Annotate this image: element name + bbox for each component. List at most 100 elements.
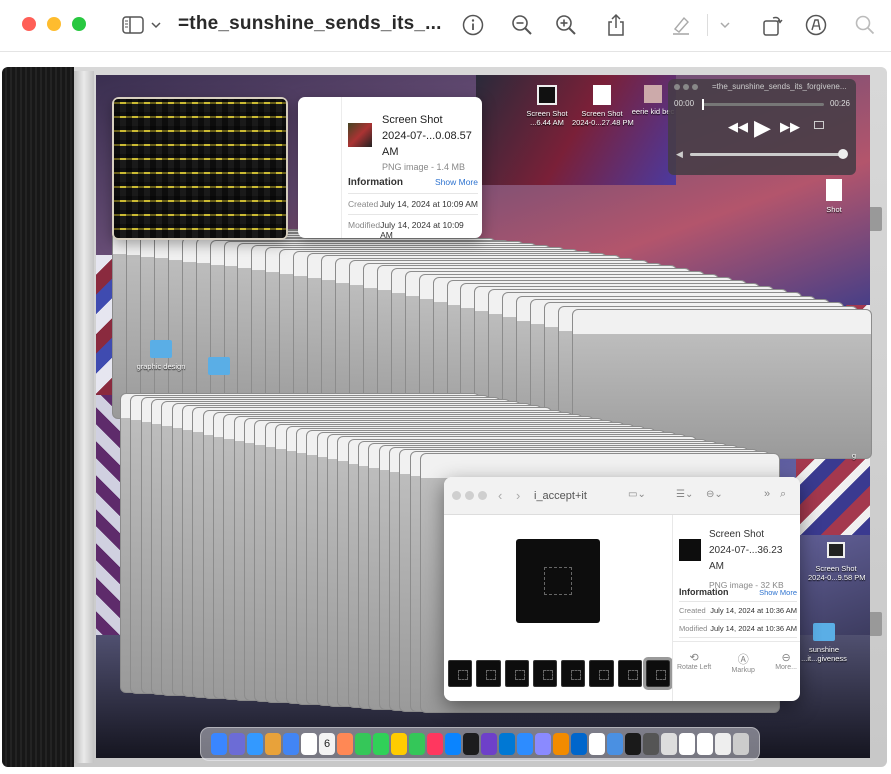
dock-app-icon[interactable] [481,733,497,755]
thumbnail-item[interactable] [476,659,501,687]
cd-case-clip-top [868,207,882,231]
forward-icon[interactable]: › [516,488,520,503]
dock-app-icon[interactable] [535,733,551,755]
dock-app-icon[interactable] [697,733,713,755]
close-button[interactable] [22,17,36,31]
modified-row: Modified July 14, 2024 at 10:09 AM [348,214,478,238]
thumbnail-item[interactable] [617,659,642,687]
finder-toolbar: ‹ › i_accept+it ▭⌄ ☰⌄ ⊖⌄ » ⌕ [444,477,800,515]
rotate-left-button[interactable]: ⟲ Rotate Left [677,651,711,674]
minimize-button[interactable] [465,491,474,500]
markup-chevron-icon[interactable] [717,12,733,38]
highlighter-icon[interactable] [668,12,694,38]
playback-scrubber[interactable] [702,99,824,110]
thumbnail-item[interactable] [561,659,586,687]
desktop-icon[interactable]: Screen Shot 2024-0...27.48 PM [572,85,634,127]
search-icon[interactable]: ⌕ [780,488,786,501]
dock-app-icon[interactable] [427,733,443,755]
finder-window-controls [452,491,487,500]
dock-app-icon[interactable] [607,733,623,755]
dock-app-icon[interactable] [661,733,677,755]
dock-app-icon[interactable] [589,733,605,755]
zoom-in-icon[interactable] [553,12,579,38]
zoom-button[interactable] [72,17,86,31]
dock-app-icon[interactable] [265,733,281,755]
dock-app-icon[interactable] [715,733,731,755]
view-icon[interactable]: ▭⌄ [628,489,646,500]
thumbnail-item[interactable] [504,659,529,687]
preview-image [516,539,600,623]
dock-app-icon[interactable] [211,733,227,755]
dock-app-icon[interactable] [679,733,695,755]
close-button[interactable] [452,491,461,500]
desktop-icon[interactable]: Shot [816,179,852,214]
desktop-icon[interactable]: Screen Shot 2024-0...9.58 PM [808,542,866,582]
thumbnail-item[interactable] [589,659,614,687]
file-preview-icon [679,539,701,561]
action-icon[interactable]: ⊖⌄ [706,489,723,500]
rewind-icon[interactable]: ◀◀ [728,119,748,135]
search-icon[interactable] [852,12,878,38]
file-kind: PNG image - 1.4 MB [382,162,466,172]
dock-app-icon[interactable] [229,733,245,755]
dock-app-icon[interactable] [625,733,641,755]
file-thumbnail [644,85,662,103]
media-title: =the_sunshine_sends_its_forgivene... [712,82,847,91]
folder-icon[interactable] [208,357,230,375]
more-toolbar-icon[interactable]: » [764,488,770,500]
dock-app-icon[interactable] [571,733,587,755]
dock-app-icon[interactable] [283,733,299,755]
chevron-down-icon[interactable] [149,12,163,38]
dock-app-icon[interactable] [355,733,371,755]
thumbnail-item[interactable] [532,659,557,687]
share-icon[interactable] [603,12,629,38]
file-thumbnail [593,85,611,105]
thumbnail-item-selected[interactable] [642,656,674,690]
dock-app-icon[interactable] [391,733,407,755]
file-name-line2: 2024-07-...36.23 AM [709,545,783,572]
dock-app-icon[interactable] [247,733,263,755]
file-thumbnail [827,542,845,558]
fast-forward-icon[interactable]: ▶▶ [780,119,800,135]
group-icon[interactable]: ☰⌄ [676,489,693,500]
show-more-link[interactable]: Show More [435,177,478,187]
dock-app-icon[interactable] [409,733,425,755]
folder-icon [150,340,172,358]
media-window-controls [674,84,698,90]
minimize-button[interactable] [47,17,61,31]
zoom-out-icon[interactable] [509,12,535,38]
markup-button[interactable]: Ⓐ Markup [732,651,755,674]
markup-icon[interactable] [803,12,829,38]
more-button[interactable]: ⊖ More... [775,651,797,674]
calendar-icon[interactable]: 6 [319,733,335,755]
back-icon[interactable]: ‹ [498,488,502,503]
volume-slider[interactable] [690,149,848,159]
desktop-icon-label: g [851,451,857,460]
dock-app-icon[interactable] [553,733,569,755]
desktop-folder-icon[interactable]: sunshine ...it...giveness [796,623,852,663]
finder-window: ‹ › i_accept+it ▭⌄ ☰⌄ ⊖⌄ » ⌕ Screen Shot… [444,477,800,701]
dock-app-icon[interactable] [301,733,317,755]
dock-app-icon[interactable] [517,733,533,755]
desktop-folder-icon[interactable]: graphic design [126,340,196,371]
folder-title: i_accept+it [534,490,587,502]
dock-app-icon[interactable] [337,733,353,755]
dock-app-icon[interactable] [499,733,515,755]
info-icon[interactable] [460,12,486,38]
play-icon[interactable]: ▶ [754,115,771,141]
dock-app-icon[interactable] [373,733,389,755]
zoom-button[interactable] [478,491,487,500]
finder-info-panel: Screen Shot 2024-07-...36.23 AM PNG imag… [672,515,800,701]
thumbnail-item[interactable] [448,659,473,687]
dock-app-icon[interactable] [643,733,659,755]
rotate-icon[interactable] [759,12,785,38]
dock-app-icon[interactable] [733,733,749,755]
dock-app-icon[interactable] [445,733,461,755]
airplay-icon[interactable] [814,121,824,129]
sidebar-icon[interactable] [120,12,146,38]
desktop-icon[interactable]: Screen Shot ...6.44 AM [522,85,572,127]
show-more-link[interactable]: Show More [759,588,797,597]
created-row: Created July 14, 2024 at 10:09 AM [348,193,478,214]
file-thumbnail [537,85,557,105]
dock-app-icon[interactable] [463,733,479,755]
